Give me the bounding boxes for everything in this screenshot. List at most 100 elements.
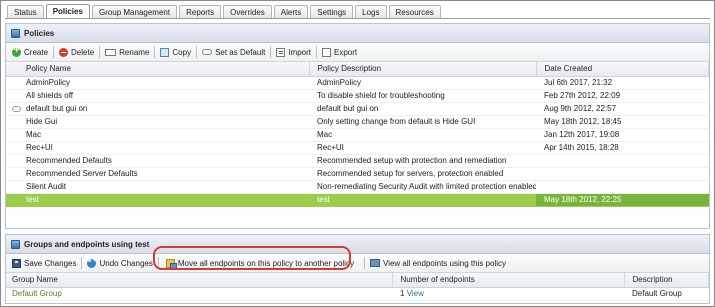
- undo-icon: [87, 256, 97, 268]
- policies-toolbar: Create Delete Rename Copy Set as Default…: [6, 43, 709, 62]
- delete-button[interactable]: Delete: [57, 45, 96, 60]
- policy-date: [536, 180, 709, 194]
- policy-description: test: [309, 193, 536, 207]
- tab-overrides[interactable]: Overrides: [223, 5, 272, 19]
- toolbar-separator: [81, 257, 83, 269]
- delete-icon: [59, 47, 69, 57]
- groups-panel-icon: [11, 240, 20, 249]
- rename-label: Rename: [119, 47, 150, 57]
- column-header-policy-name[interactable]: Policy Name: [6, 62, 310, 77]
- export-button[interactable]: Export: [320, 45, 359, 60]
- policy-name: Silent Audit: [6, 180, 309, 194]
- table-row[interactable]: Default Group 1 View Default Group: [6, 287, 709, 301]
- default-policy-icon: [202, 49, 213, 55]
- policy-date: Feb 27th 2012, 22:09: [536, 89, 709, 103]
- table-row-selected[interactable]: test test May 18th 2012, 22:25: [6, 193, 709, 207]
- main-tabs: Status Policies Group Management Reports…: [7, 4, 443, 19]
- column-header-date-created[interactable]: Date Created: [536, 62, 709, 77]
- undo-changes-button[interactable]: Undo Changes: [85, 256, 154, 271]
- column-header-policy-description[interactable]: Policy Description: [309, 62, 537, 77]
- set-default-button[interactable]: Set as Default: [200, 45, 267, 60]
- policy-name: Mac: [6, 128, 309, 142]
- app-frame: Status Policies Group Management Reports…: [0, 0, 715, 307]
- toolbar-separator: [270, 46, 272, 58]
- set-default-label: Set as Default: [215, 47, 266, 57]
- groups-table: Group Name Number of endpoints Descripti…: [6, 273, 709, 301]
- table-row[interactable]: Silent Audit Non-remediating Security Au…: [6, 180, 709, 194]
- move-label: Move all endpoints on this policy to ano…: [177, 258, 354, 268]
- endpoint-count: 1: [400, 289, 405, 298]
- column-header-number-of-endpoints[interactable]: Number of endpoints: [392, 273, 625, 288]
- tab-alerts[interactable]: Alerts: [273, 5, 309, 19]
- rename-icon: [105, 48, 117, 56]
- undo-label: Undo Changes: [99, 258, 153, 268]
- policy-description: Recommended setup for servers, protectio…: [309, 167, 536, 181]
- policy-description: default but gui on: [309, 102, 536, 116]
- view-endpoints-button[interactable]: View all endpoints using this policy: [368, 256, 508, 271]
- create-icon: [12, 45, 21, 57]
- table-row[interactable]: Recommended Server Defaults Recommended …: [6, 167, 709, 181]
- tab-logs[interactable]: Logs: [355, 5, 387, 19]
- toolbar-separator: [99, 46, 101, 58]
- policy-name: Recommended Defaults: [6, 154, 309, 168]
- table-row[interactable]: Recommended Defaults Recommended setup w…: [6, 154, 709, 168]
- copy-label: Copy: [172, 47, 192, 57]
- tab-settings[interactable]: Settings: [310, 5, 354, 19]
- tab-group-management[interactable]: Group Management: [91, 5, 178, 19]
- policies-panel-title: Policies: [6, 24, 709, 43]
- policies-panel: Policies Create Delete Rename Copy Set a…: [5, 23, 710, 229]
- import-button[interactable]: Import: [274, 45, 313, 60]
- policy-date: [536, 154, 709, 168]
- tab-reports[interactable]: Reports: [179, 5, 222, 19]
- policy-name: All shields off: [6, 89, 309, 103]
- toolbar-separator: [154, 46, 156, 58]
- table-row[interactable]: Rec+UI Rec+UI Apr 14th 2015, 18:28: [6, 141, 709, 155]
- groups-toolbar: Save Changes Undo Changes Move all endpo…: [6, 254, 709, 273]
- policies-panel-icon: [11, 29, 20, 38]
- view-endpoints-link[interactable]: View: [407, 289, 424, 298]
- save-changes-button[interactable]: Save Changes: [10, 256, 78, 271]
- column-header-group-name[interactable]: Group Name: [6, 273, 393, 288]
- table-row[interactable]: default but gui on default but gui on Au…: [6, 102, 709, 116]
- delete-label: Delete: [71, 47, 95, 57]
- table-row[interactable]: AdminPolicy AdminPolicy Jul 6th 2017, 21…: [6, 76, 709, 90]
- export-label: Export: [334, 47, 358, 57]
- policy-name: Rec+UI: [6, 141, 309, 155]
- policy-description: AdminPolicy: [309, 76, 536, 90]
- default-policy-icon: [12, 105, 21, 112]
- move-endpoints-button[interactable]: Move all endpoints on this policy to ano…: [164, 256, 356, 271]
- toolbar-separator: [363, 257, 365, 269]
- policy-date: May 18th 2012, 22:25: [536, 193, 709, 207]
- policy-name: Hide Gui: [6, 115, 309, 129]
- move-icon: [165, 258, 177, 270]
- policy-description: Rec+UI: [309, 141, 536, 155]
- policy-date: Jul 6th 2017, 21:32: [536, 76, 709, 90]
- policy-name: default but gui on: [26, 104, 88, 113]
- create-button[interactable]: Create: [10, 45, 50, 60]
- policy-description: Mac: [309, 128, 536, 142]
- tab-resources[interactable]: Resources: [388, 5, 441, 19]
- policy-name: Recommended Server Defaults: [6, 167, 309, 181]
- tab-policies[interactable]: Policies: [45, 4, 90, 19]
- policy-description: To disable shield for troubleshooting: [309, 89, 536, 103]
- policy-name-cell: default but gui on: [6, 102, 309, 116]
- table-row[interactable]: All shields off To disable shield for tr…: [6, 89, 709, 103]
- groups-title-text: Groups and endpoints using test: [24, 240, 150, 249]
- toolbar-separator: [316, 46, 317, 58]
- groups-header-row: Group Name Number of endpoints Descripti…: [6, 273, 709, 288]
- tab-status[interactable]: Status: [7, 5, 44, 19]
- policy-date: May 18th 2012, 18:45: [536, 115, 709, 129]
- policy-description: Recommended setup with protection and re…: [309, 154, 536, 168]
- save-icon: [12, 258, 21, 268]
- table-row[interactable]: Mac Mac Jan 12th 2017, 19:08: [6, 128, 709, 142]
- groups-panel-title: Groups and endpoints using test: [6, 235, 709, 254]
- copy-button[interactable]: Copy: [158, 45, 193, 60]
- rename-button[interactable]: Rename: [103, 45, 151, 60]
- groups-panel: Groups and endpoints using test Save Cha…: [5, 234, 710, 304]
- policies-header-row: Policy Name Policy Description Date Crea…: [6, 62, 709, 77]
- table-row[interactable]: Hide Gui Only setting change from defaul…: [6, 115, 709, 129]
- group-name-link[interactable]: Default Group: [6, 287, 392, 301]
- toolbar-separator: [53, 46, 55, 58]
- policy-date: Apr 14th 2015, 18:28: [536, 141, 709, 155]
- column-header-description[interactable]: Description: [624, 273, 709, 288]
